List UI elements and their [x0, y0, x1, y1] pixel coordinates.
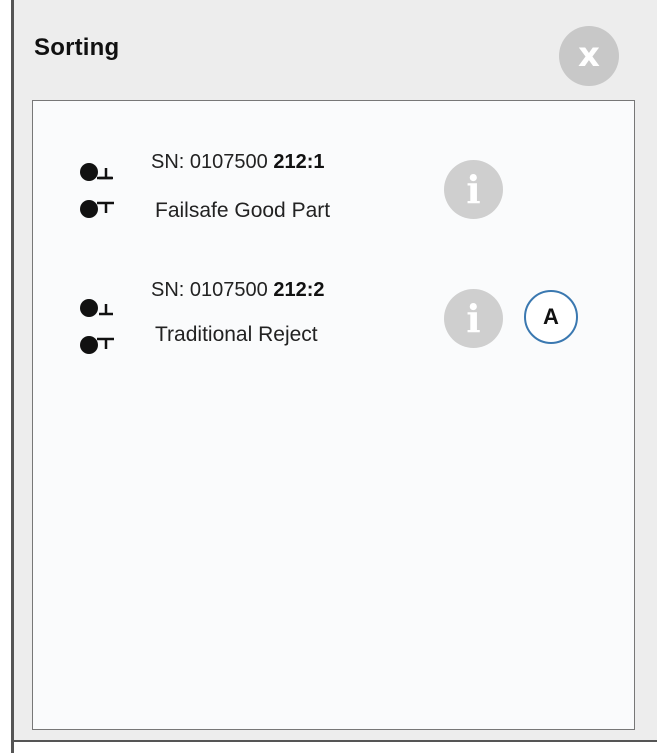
- info-icon: i: [466, 295, 481, 341]
- close-button[interactable]: x: [559, 26, 619, 86]
- output-description: Traditional Reject: [155, 323, 318, 346]
- output-terminal-icon: [80, 299, 114, 354]
- output-id: 212:1: [273, 151, 325, 173]
- output-description: Failsafe Good Part: [155, 199, 331, 222]
- info-button[interactable]: i: [444, 160, 503, 219]
- output-id: 212:2: [273, 279, 325, 301]
- info-icon: i: [466, 166, 481, 212]
- window-bottom-border: [11, 740, 657, 742]
- serial-prefix: SN: 0107500: [151, 279, 274, 301]
- callout-marker: A: [524, 290, 578, 344]
- output-list: SN: 0107500 212:1 Failsafe Good Part i S…: [32, 100, 635, 730]
- output-terminal-icon: [80, 163, 114, 218]
- info-button[interactable]: i: [444, 289, 503, 348]
- output-item: SN: 0107500 212:1 Failsafe Good Part i: [33, 141, 633, 231]
- callout-label: A: [543, 304, 559, 329]
- serial-number: SN: 0107500 212:1: [151, 151, 324, 174]
- serial-prefix: SN: 0107500: [151, 151, 274, 173]
- close-icon: x: [578, 35, 600, 75]
- serial-number: SN: 0107500 212:2: [151, 279, 324, 302]
- panel-title: Sorting: [34, 34, 120, 61]
- sorting-page: Sorting x SN: 0107500 212:1 Failsafe Goo…: [0, 0, 657, 753]
